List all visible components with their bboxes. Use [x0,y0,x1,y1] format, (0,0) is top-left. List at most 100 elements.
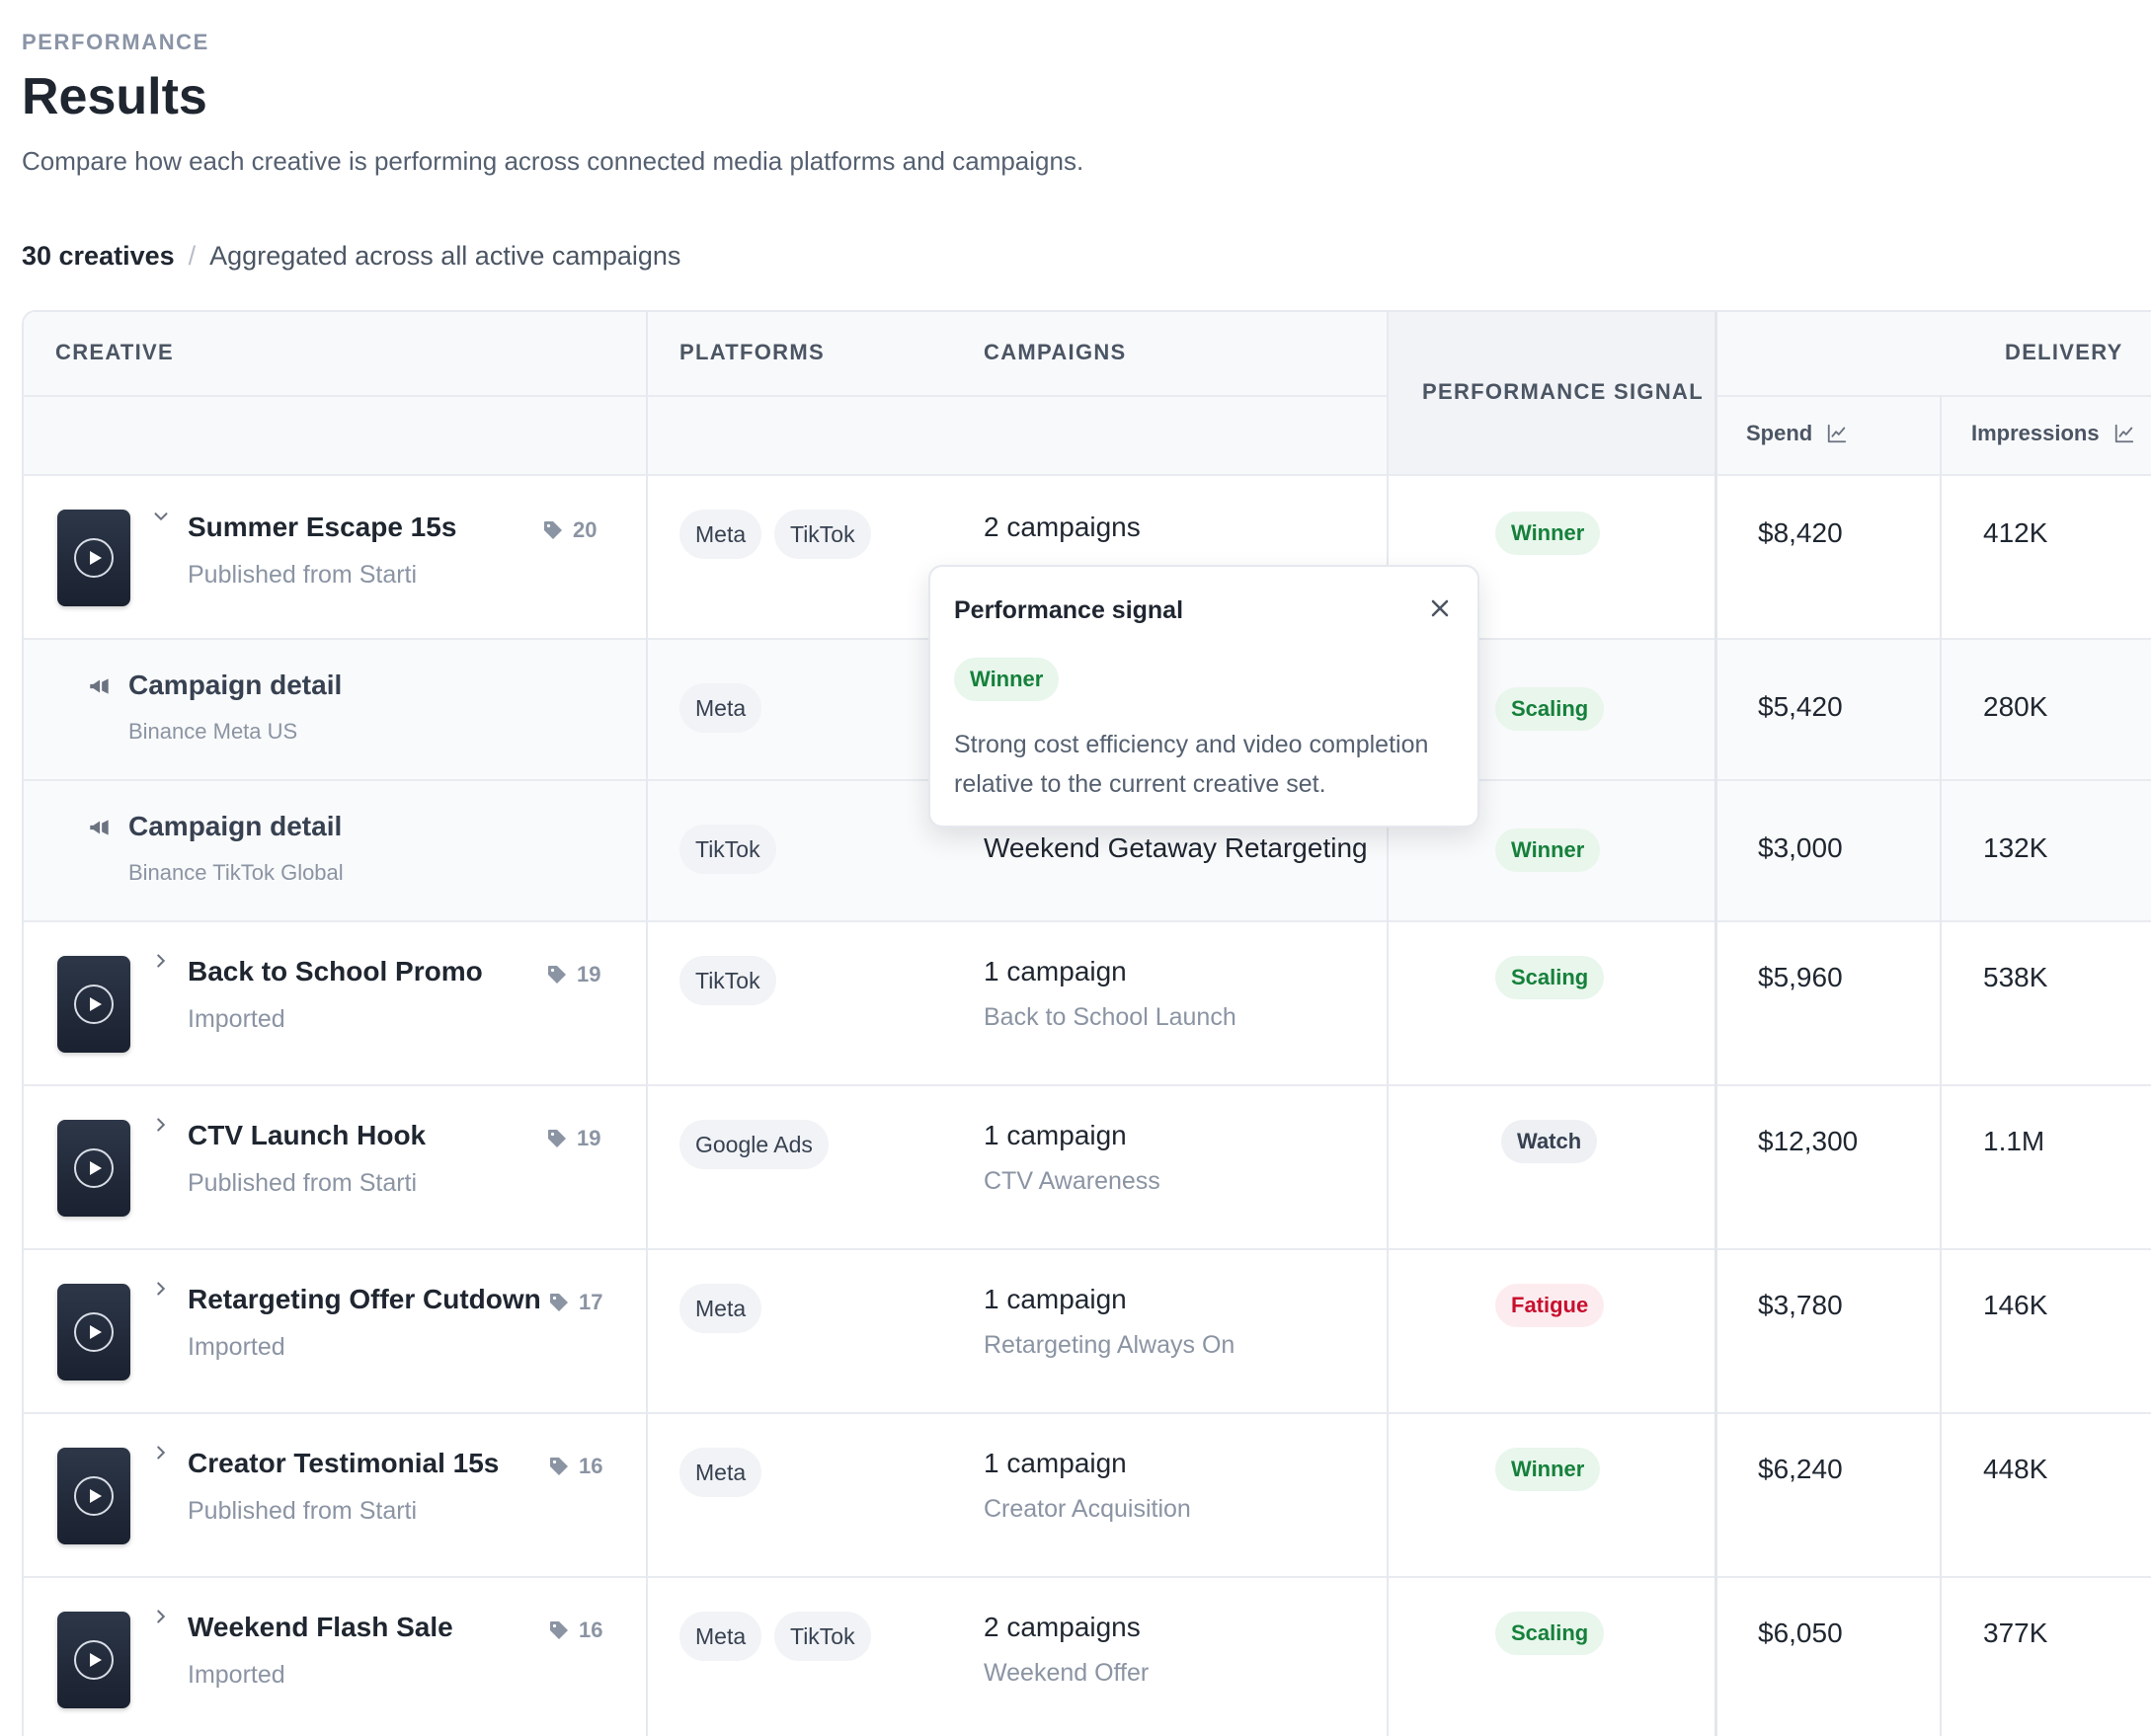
play-icon[interactable] [74,1640,114,1680]
creative-source: Imported [188,1005,285,1033]
campaign-count[interactable]: 2 campaigns [984,512,1141,543]
tag-icon [550,1294,568,1311]
video-thumbnail[interactable] [57,1284,130,1381]
signal-badge[interactable]: Watch [1501,1120,1598,1163]
video-thumbnail[interactable] [57,1448,130,1544]
platform-pill: Meta [679,510,762,559]
chevron-right-icon[interactable] [150,950,172,972]
table-row[interactable]: Weekend Flash Sale Imported 16 Meta TikT… [24,1578,2151,1736]
campaign-name[interactable]: Creator Acquisition [984,1495,1191,1524]
campaign-count[interactable]: 1 campaign [984,1120,1127,1151]
creative-name[interactable]: Summer Escape 15s [188,512,456,543]
popover-signal-badge: Winner [954,658,1060,701]
platform-pill: TikTok [774,1612,871,1661]
campaign-name[interactable]: Retargeting Always On [984,1331,1235,1360]
platform-pill: TikTok [679,825,776,874]
play-icon[interactable] [74,538,114,578]
table-row[interactable]: Back to School Promo Imported 19 TikTok … [24,922,2151,1084]
impressions-value: 538K [1983,962,2048,992]
signal-badge[interactable]: Winner [1495,829,1601,872]
column-header-platforms[interactable]: PLATFORMS [679,340,825,365]
spend-value: $5,960 [1758,962,1843,992]
creative-source: Published from Starti [188,1169,418,1197]
tag-count: 19 [545,1126,600,1151]
table-row[interactable]: Creator Testimonial 15s Published from S… [24,1414,2151,1576]
video-thumbnail[interactable] [57,1120,130,1217]
table-row[interactable]: Retargeting Offer Cutdown Imported 17 Me… [24,1250,2151,1412]
table-row[interactable]: CTV Launch Hook Published from Starti 19… [24,1086,2151,1248]
chart-icon[interactable] [1826,423,1848,444]
play-icon[interactable] [74,1148,114,1188]
chevron-right-icon[interactable] [150,1114,172,1136]
close-icon[interactable] [1426,594,1454,622]
page-subtitle: Compare how each creative is performing … [22,146,1084,176]
column-divider [1714,312,1717,1736]
column-header-delivery: DELIVERY [2005,340,2123,364]
chevron-right-icon[interactable] [150,1442,172,1463]
signal-badge[interactable]: Scaling [1495,687,1605,731]
campaign-detail-label[interactable]: Campaign detail [128,811,342,842]
campaign-count[interactable]: 1 campaign [984,1284,1127,1315]
video-thumbnail[interactable] [57,1612,130,1708]
signal-badge[interactable]: Scaling [1495,1612,1605,1655]
video-thumbnail[interactable] [57,510,130,606]
tag-count-value: 16 [579,1454,603,1478]
campaign-name[interactable]: Back to School Launch [984,1003,1236,1032]
column-header-spend[interactable]: Spend [1746,421,1848,446]
tag-icon [548,1130,566,1147]
campaign-count[interactable]: 1 campaign [984,956,1127,987]
video-thumbnail[interactable] [57,956,130,1053]
tag-count: 19 [545,962,600,987]
campaign-detail-account: Binance TikTok Global [128,860,344,885]
creative-source: Imported [188,1333,285,1361]
results-table: CREATIVE PLATFORMS CAMPAIGNS PERFORMANCE… [22,310,2151,1736]
campaign-name[interactable]: Weekend Getaway Retargeting [984,832,1368,864]
column-header-performance-signal[interactable]: PERFORMANCE SIGNAL [1422,379,1704,405]
tag-count-value: 17 [579,1290,603,1314]
creative-name[interactable]: Retargeting Offer Cutdown [188,1284,541,1315]
impressions-value: 412K [1983,517,2048,548]
impressions-value: 146K [1983,1290,2048,1320]
spend-value: $8,420 [1758,517,1843,548]
column-divider [1940,395,1942,1736]
spend-label: Spend [1746,421,1813,445]
spend-value: $5,420 [1758,691,1843,722]
chevron-right-icon[interactable] [150,1278,172,1300]
campaign-count[interactable]: 2 campaigns [984,1612,1141,1643]
creative-source: Published from Starti [188,1497,418,1525]
play-icon[interactable] [74,1476,114,1516]
campaign-name[interactable]: Weekend Offer [984,1659,1149,1688]
creative-name[interactable]: Weekend Flash Sale [188,1612,453,1643]
column-divider [646,312,648,1736]
column-header-creative[interactable]: CREATIVE [55,340,174,365]
play-icon[interactable] [74,985,114,1024]
tag-count-value: 20 [573,517,598,542]
campaign-name[interactable]: CTV Awareness [984,1167,1160,1196]
platform-pill: TikTok [679,956,776,1005]
campaign-detail-label[interactable]: Campaign detail [128,670,342,701]
megaphone-icon [90,678,109,694]
creative-name[interactable]: Back to School Promo [188,956,483,987]
column-header-impressions[interactable]: Impressions [1971,421,2135,446]
chevron-right-icon[interactable] [150,1606,172,1627]
signal-badge[interactable]: Scaling [1495,956,1605,999]
campaign-count[interactable]: 1 campaign [984,1448,1127,1479]
chart-icon[interactable] [2113,423,2135,444]
signal-badge[interactable]: Winner [1495,1448,1601,1491]
column-header-campaigns[interactable]: CAMPAIGNS [984,340,1127,365]
signal-badge[interactable]: Winner [1495,512,1601,555]
platform-pill: Meta [679,1612,762,1661]
page-title: Results [22,68,207,125]
impressions-value: 448K [1983,1454,2048,1484]
tag-count-value: 19 [577,962,601,986]
creative-name[interactable]: Creator Testimonial 15s [188,1448,499,1479]
tag-icon [544,521,562,539]
tag-icon [550,1458,568,1475]
creative-source: Published from Starti [188,561,418,589]
creative-name[interactable]: CTV Launch Hook [188,1120,426,1151]
tag-count: 20 [541,517,597,543]
play-icon[interactable] [74,1312,114,1352]
impressions-value: 1.1M [1983,1126,2045,1156]
signal-badge[interactable]: Fatigue [1495,1284,1605,1327]
chevron-down-icon[interactable] [150,506,172,527]
